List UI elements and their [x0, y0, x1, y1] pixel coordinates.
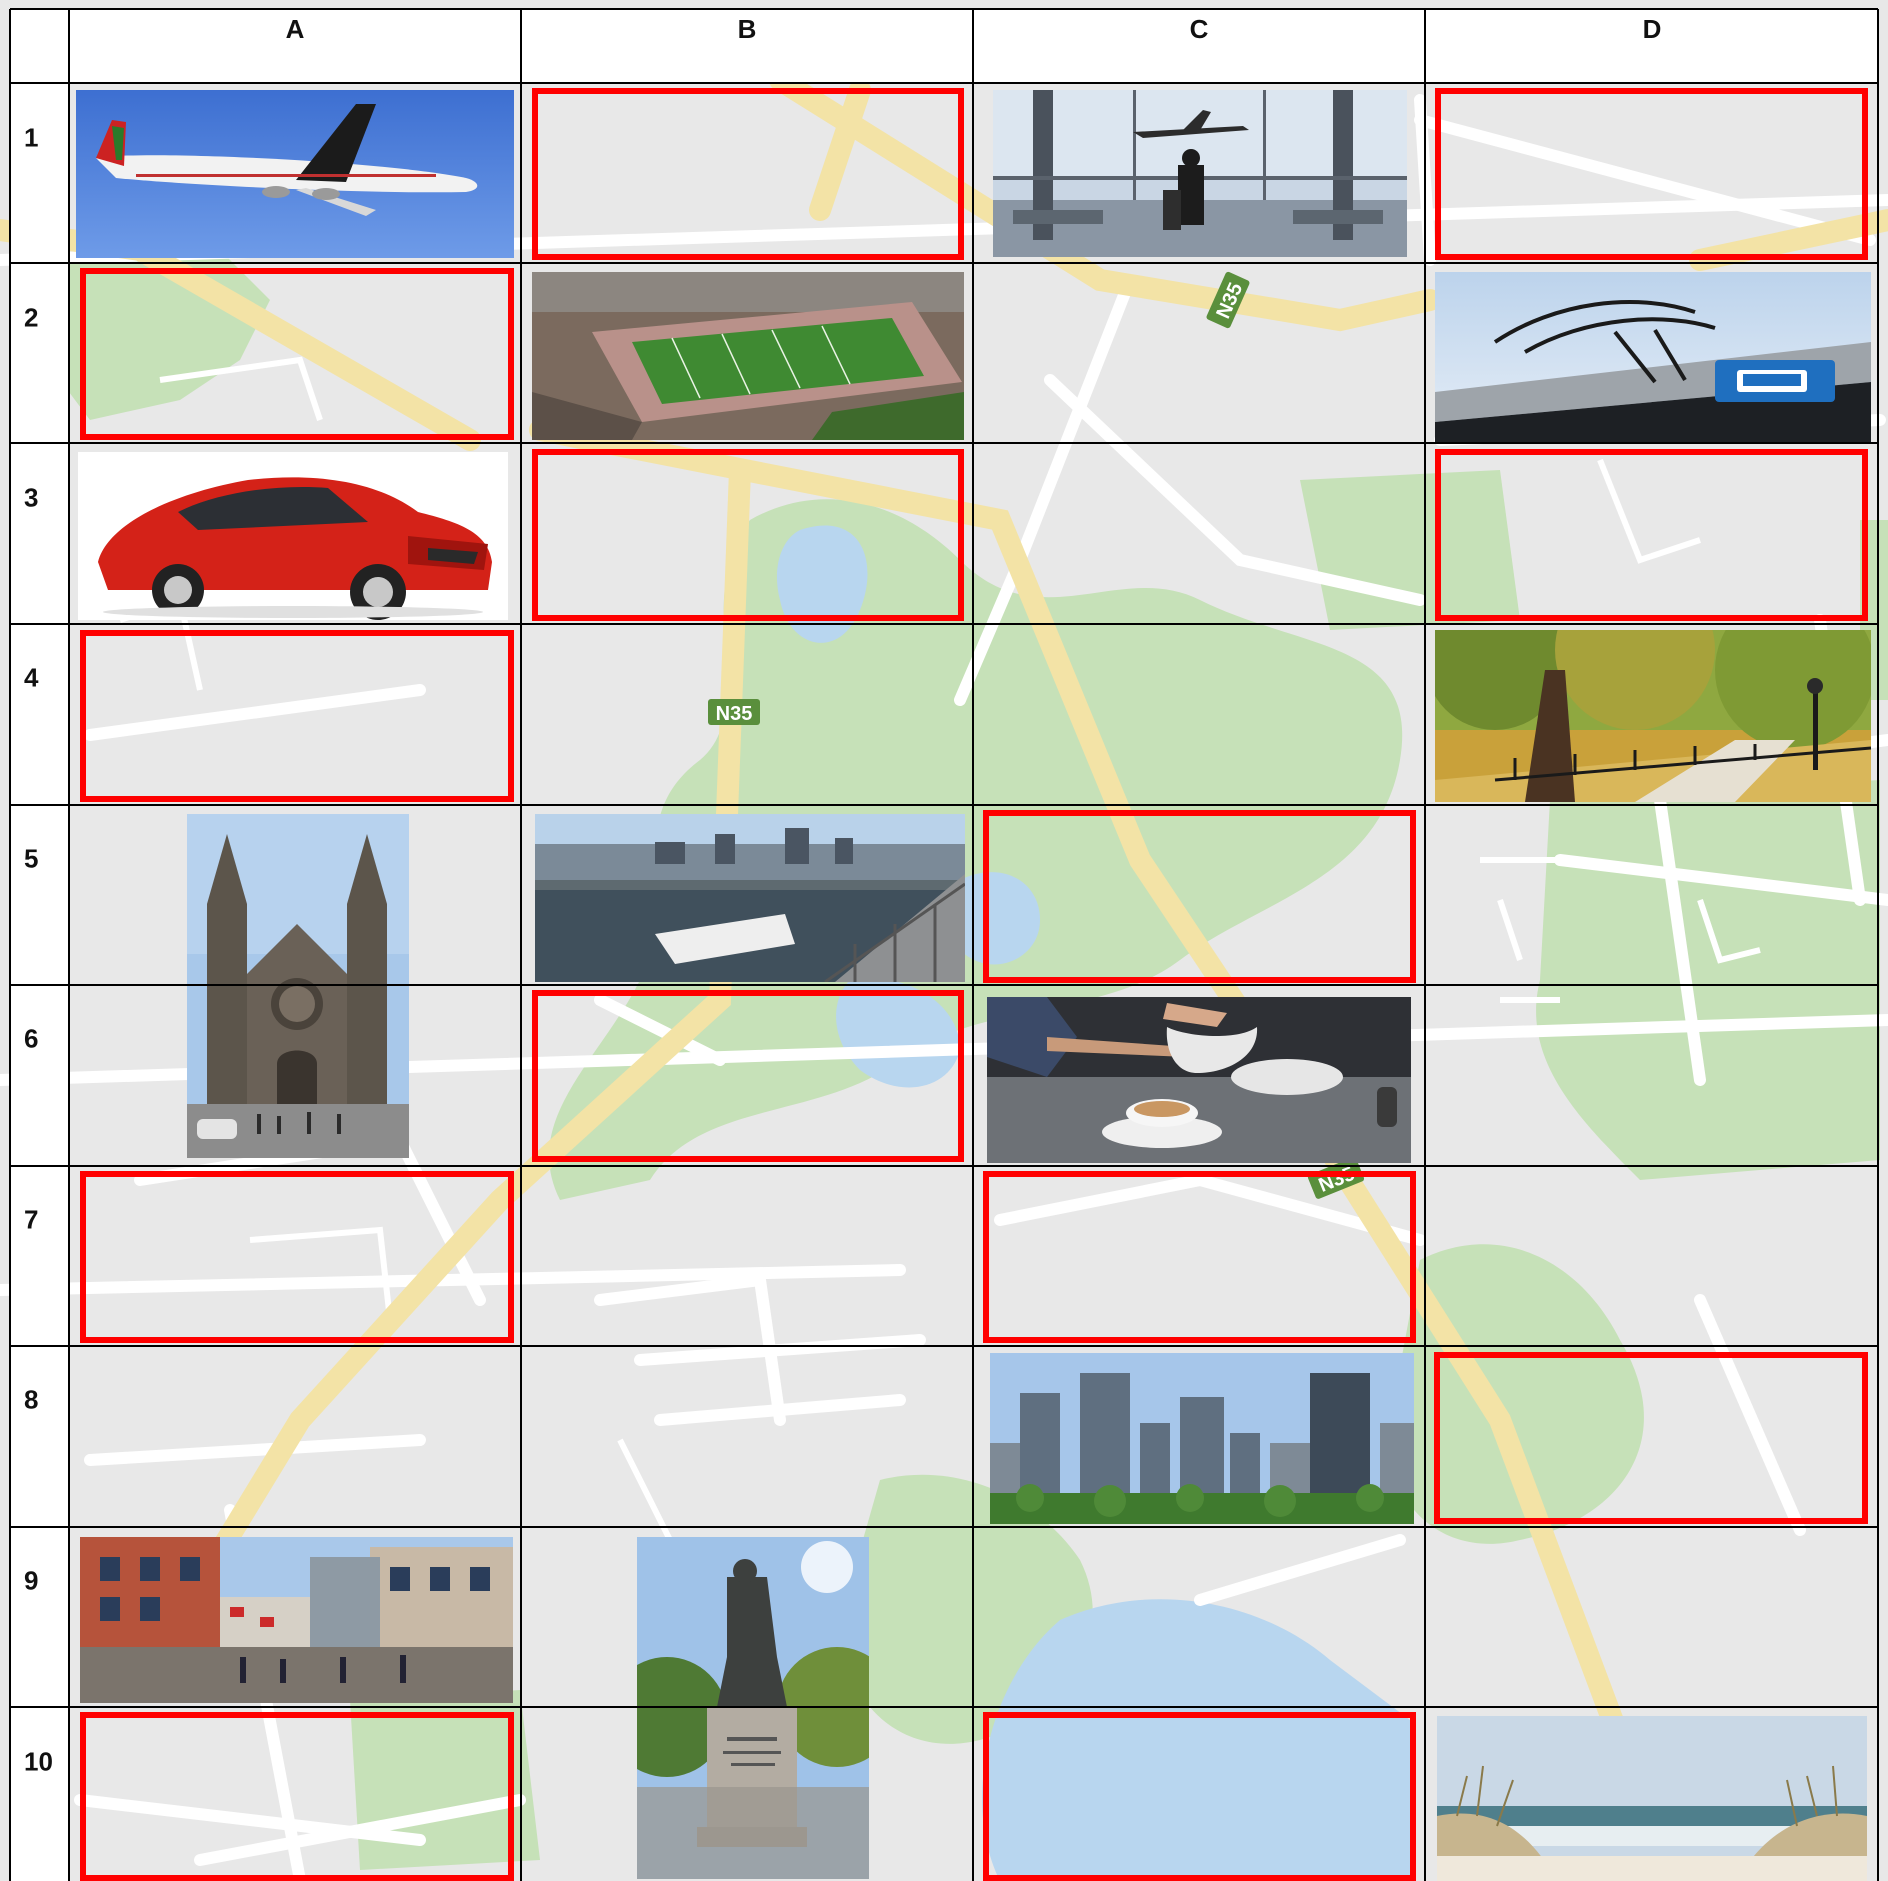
picture-grid-worksheet: N35 N35 N35 A B C D 1 2 3 4 5 6 7 8 9 10 [0, 0, 1888, 1881]
table-grid [9, 8, 1879, 1881]
